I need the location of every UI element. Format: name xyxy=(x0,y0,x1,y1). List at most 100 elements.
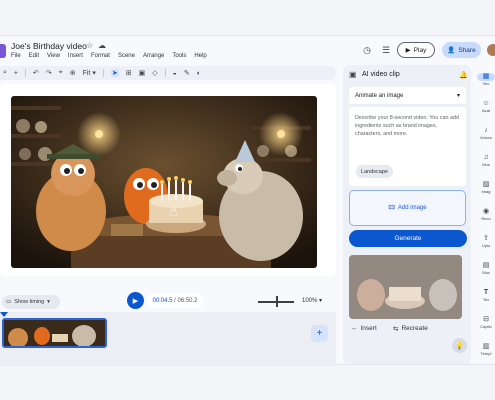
birthday-scene-image: ☝ xyxy=(11,96,317,268)
insert-button[interactable]: ← Insert xyxy=(351,325,377,332)
toolbar-divider xyxy=(164,69,166,77)
show-timing-label: Show timing xyxy=(14,299,45,305)
text-icon: T xyxy=(483,289,489,296)
border-weight-icon[interactable]: ◐ xyxy=(197,70,201,77)
current-time: 00:04.5 xyxy=(152,297,173,304)
generate-button[interactable]: Generate xyxy=(349,230,467,247)
chevron-down-icon: ▾ xyxy=(456,93,460,99)
rail-item-images[interactable]: ▨ Imag xyxy=(477,181,495,194)
menu-format[interactable]: Format xyxy=(91,53,110,59)
redo-icon[interactable]: ↷ xyxy=(46,69,52,77)
rail-item-avatars[interactable]: ☺ Avat xyxy=(477,100,495,113)
zoom-dropdown[interactable]: 100% ▾ xyxy=(302,297,322,304)
rail-item-label: Imag xyxy=(481,189,491,194)
rail-item-text[interactable]: T Tex xyxy=(477,289,495,302)
clip-thumbnail xyxy=(4,320,105,346)
add-image-button[interactable]: 🖾 Add image xyxy=(349,190,466,226)
rail-item-music[interactable]: ♫ Mus xyxy=(477,154,495,167)
shape-icon[interactable]: ◇ xyxy=(152,69,157,77)
lightbulb-icon[interactable]: 💡 xyxy=(452,338,467,353)
menu-arrange[interactable]: Arrange xyxy=(143,53,164,59)
zoom-icon[interactable]: ⊕ xyxy=(70,69,76,77)
paint-format-icon[interactable]: ⌖ xyxy=(59,69,63,77)
menu-edit[interactable]: Edit xyxy=(29,53,39,59)
star-icon[interactable]: ☆ xyxy=(86,41,93,50)
play-button[interactable]: ▶ Play xyxy=(397,42,435,58)
recreate-label: Recreate xyxy=(401,325,428,332)
ai-video-clip-icon: ▣ xyxy=(349,70,357,79)
upload-icon: ⇪ xyxy=(483,235,489,242)
playback-play-button[interactable]: ▶ xyxy=(127,292,144,309)
video-frame[interactable]: ☝ xyxy=(11,96,317,268)
rail-item-label: Captio xyxy=(480,324,492,329)
search-icon[interactable]: ⌕ xyxy=(3,69,7,77)
scene-canvas[interactable]: ☝ xyxy=(0,84,336,276)
insert-label: Insert xyxy=(360,325,377,332)
svg-text:☝: ☝ xyxy=(169,204,178,220)
rail-item-voiceover[interactable]: ♪ Voiceo xyxy=(477,127,495,140)
prompt-placeholder: Describe your 8-second video. You can ad… xyxy=(355,115,459,137)
undo-icon[interactable]: ↶ xyxy=(33,69,39,77)
rail-item-label: Uplo xyxy=(481,243,491,248)
select-icon[interactable]: ➤ xyxy=(110,69,119,77)
stock-icon: ▤ xyxy=(482,262,490,269)
aspect-ratio-chip[interactable]: Landscape xyxy=(356,165,393,178)
menu-help[interactable]: Help xyxy=(194,53,206,59)
rail-item-stock[interactable]: ▤ Stoc xyxy=(477,262,495,275)
recreate-button[interactable]: ⇆ Recreate xyxy=(393,325,428,333)
music-icon: ♫ xyxy=(483,154,489,161)
avatar[interactable] xyxy=(487,44,495,56)
menu-tools[interactable]: Tools xyxy=(172,53,186,59)
zoom-slider-handle[interactable] xyxy=(276,296,278,307)
rail-item-label: Mus xyxy=(482,162,490,167)
add-image-label: Add image xyxy=(397,205,427,211)
recreate-icon: ⇆ xyxy=(393,326,399,333)
notification-icon[interactable]: 🔔 xyxy=(459,71,468,79)
fit-dropdown[interactable]: Fit ▾ xyxy=(83,69,96,77)
share-button[interactable]: 👤 Share xyxy=(442,42,481,58)
rail-item-label: Avat xyxy=(482,108,490,113)
comments-icon[interactable]: ☰ xyxy=(380,45,392,56)
history-icon[interactable]: ◷ xyxy=(361,45,373,56)
rail-item-label: Tex xyxy=(482,297,490,302)
timeline[interactable]: + xyxy=(0,312,336,366)
add-scene-button[interactable]: + xyxy=(311,325,328,342)
text-box-icon[interactable]: ⊞ xyxy=(126,69,132,77)
fit-label: Fit xyxy=(82,70,91,77)
rail-item-upload[interactable]: ⇪ Uplo xyxy=(477,235,495,248)
rail-item-captions[interactable]: ⊟ Captio xyxy=(477,316,495,329)
add-icon[interactable]: + xyxy=(14,70,18,77)
captions-icon: ⊟ xyxy=(483,316,489,323)
playhead-marker[interactable] xyxy=(0,312,8,317)
play-button-label: Play xyxy=(413,46,427,54)
menu-view[interactable]: View xyxy=(47,53,60,59)
prompt-input[interactable]: Describe your 8-second video. You can ad… xyxy=(349,107,466,186)
rail-item-record[interactable]: ◉ Reco xyxy=(477,208,495,221)
menu-insert[interactable]: Insert xyxy=(68,53,83,59)
app-logo[interactable] xyxy=(0,44,6,58)
generated-preview[interactable] xyxy=(349,255,462,319)
border-color-icon[interactable]: ✎ xyxy=(184,69,190,77)
video-icon: ▦ xyxy=(477,73,495,81)
image-icon[interactable]: ▣ xyxy=(139,69,146,77)
show-timing-dropdown[interactable]: ▭ Show timing ▾ xyxy=(2,295,60,309)
menu-file[interactable]: File xyxy=(11,53,21,59)
fill-color-icon[interactable]: ◒ xyxy=(173,70,177,77)
person-icon: 👤 xyxy=(447,47,456,54)
toolbar-divider xyxy=(25,69,27,77)
timing-icon: ▭ xyxy=(6,299,12,305)
rail-item-video[interactable]: ▦ Vec xyxy=(477,73,495,86)
menu-scene[interactable]: Scene xyxy=(118,53,135,59)
play-icon: ▶ xyxy=(405,47,411,54)
cloud-save-icon[interactable]: ☁ xyxy=(98,41,106,50)
mode-dropdown[interactable]: Animate an image ▾ xyxy=(349,87,466,104)
zoom-level: 100% xyxy=(302,298,318,304)
rail-item-templates[interactable]: ▥ Templ xyxy=(477,343,495,356)
document-title[interactable]: Joe's Birthday video xyxy=(11,41,87,51)
mode-label: Animate an image xyxy=(355,92,404,99)
voiceover-icon: ♪ xyxy=(484,127,488,134)
share-button-label: Share xyxy=(458,46,476,54)
total-time: 06:50.2 xyxy=(177,297,198,304)
timeline-clip[interactable] xyxy=(2,318,107,348)
toolbar-divider xyxy=(102,69,104,77)
